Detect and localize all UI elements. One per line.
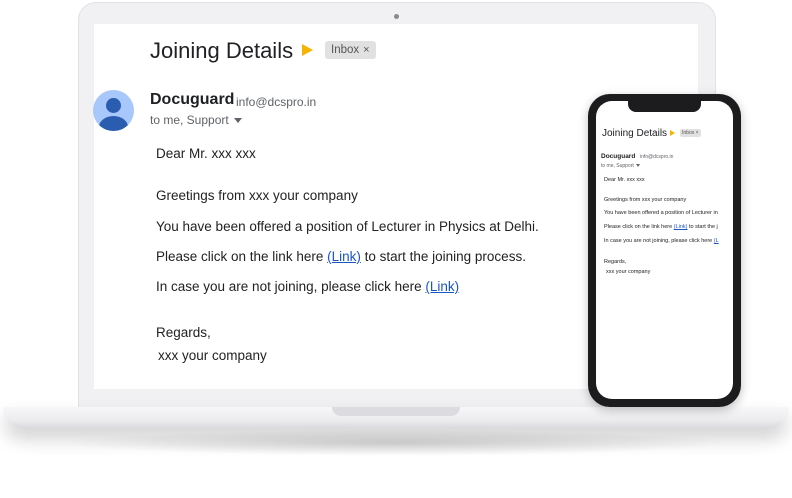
recipients-text: to me, Support	[150, 113, 229, 127]
inbox-label-text: Inbox	[331, 44, 360, 56]
phone-join-text-suffix: to start the j	[687, 224, 718, 230]
camera-icon	[394, 14, 399, 19]
join-link[interactable]: (Link)	[327, 249, 361, 264]
sender-name: Docuguard	[150, 91, 235, 108]
phone-email-line-decline: In case you are not joining, please clic…	[604, 238, 719, 244]
email-greeting: Dear Mr. xxx xxx	[156, 146, 256, 161]
decline-text-prefix: In case you are not joining, please clic…	[156, 279, 426, 294]
phone-email-subject: Joining Details	[602, 128, 668, 139]
avatar-body	[99, 116, 128, 131]
phone-screen	[596, 101, 733, 399]
email-line-join: Please click on the link here (Link) to …	[156, 249, 526, 264]
phone-email-line-join: Please click on the link here (Link) to …	[604, 224, 718, 230]
phone-recipients-text: to me, Support	[601, 163, 634, 169]
phone-decline-link[interactable]: (L	[714, 238, 719, 244]
phone-email-signature: xxx your company	[606, 269, 651, 275]
phone-email-signoff: Regards,	[604, 259, 627, 265]
email-signature: xxx your company	[158, 348, 267, 363]
phone-email-line-offer: You have been offered a position of Lect…	[604, 210, 718, 216]
inbox-label-badge[interactable]: Inbox ×	[325, 41, 376, 59]
laptop-shadow	[60, 430, 732, 456]
phone-decline-text-prefix: In case you are not joining, please clic…	[604, 238, 714, 244]
phone-email-greeting: Dear Mr. xxx xxx	[604, 177, 645, 183]
phone-email-line-greetings: Greetings from xxx your company	[604, 197, 687, 203]
decline-link[interactable]: (Link)	[425, 279, 459, 294]
caret-down-icon[interactable]	[233, 118, 242, 124]
email-signoff: Regards,	[156, 325, 211, 340]
phone-important-marker-icon[interactable]	[670, 130, 675, 136]
avatar-person-icon	[93, 90, 134, 131]
phone-recipients-dropdown[interactable]: to me, Support	[601, 163, 640, 169]
phone-notch	[628, 101, 701, 112]
phone-sender-name: Docuguard	[601, 153, 636, 160]
close-icon[interactable]: ×	[363, 44, 369, 56]
email-line-greetings: Greetings from xxx your company	[156, 188, 358, 203]
email-line-decline: In case you are not joining, please clic…	[156, 279, 459, 294]
join-text-prefix: Please click on the link here	[156, 249, 328, 264]
email-line-offer: You have been offered a position of Lect…	[156, 219, 539, 234]
phone-inbox-label-badge[interactable]: Inbox ×	[680, 129, 701, 137]
join-text-suffix: to start the joining process.	[360, 249, 526, 264]
phone-join-link[interactable]: (Link)	[674, 224, 688, 230]
phone-caret-down-icon[interactable]	[635, 164, 640, 168]
phone-join-text-prefix: Please click on the link here	[604, 224, 674, 230]
email-subject: Joining Details	[150, 38, 294, 63]
phone-sender-email: info@dcspro.in	[640, 154, 674, 160]
sender-email: info@dcspro.in	[236, 95, 317, 109]
important-marker-icon[interactable]	[302, 44, 313, 56]
avatar-head	[106, 98, 121, 113]
recipients-dropdown[interactable]: to me, Support	[150, 113, 242, 127]
laptop-notch	[332, 407, 460, 416]
